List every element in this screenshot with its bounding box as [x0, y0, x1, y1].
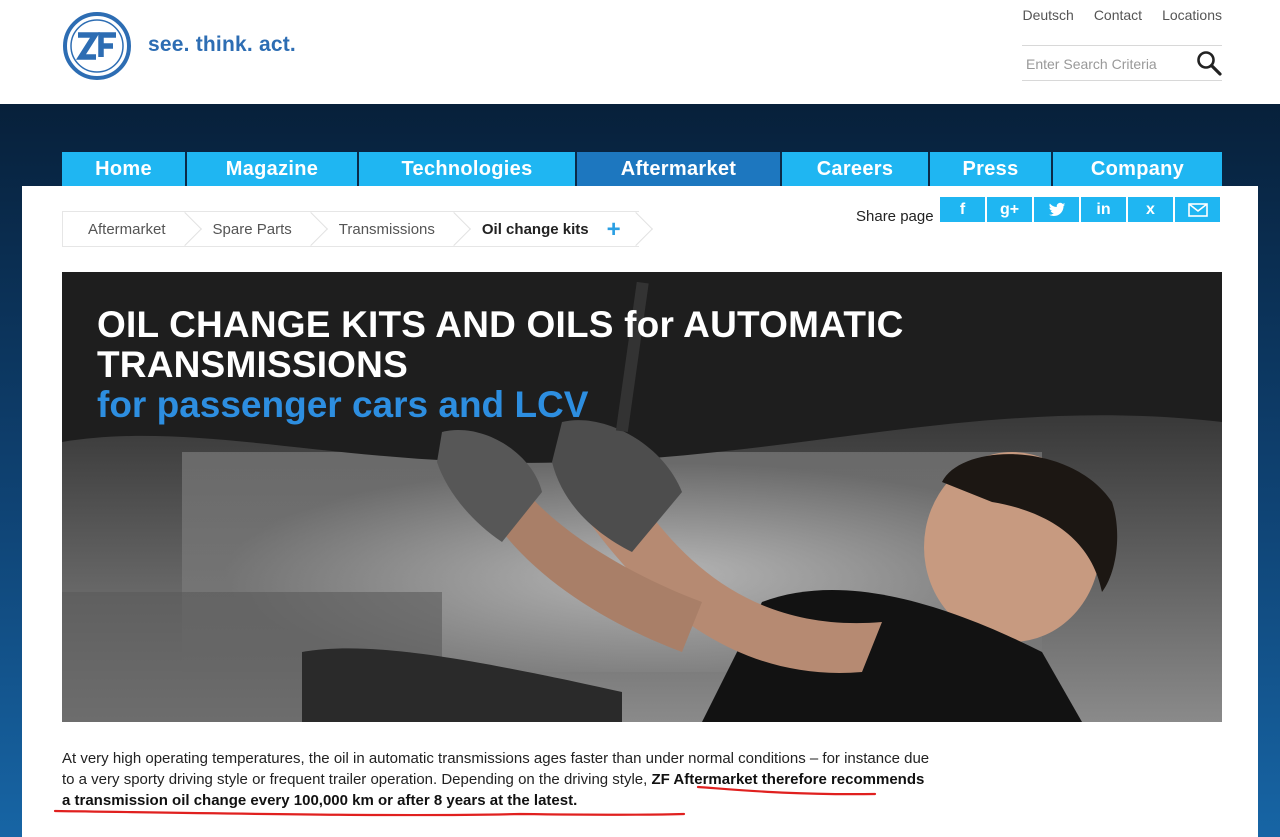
language-link[interactable]: Deutsch	[1022, 7, 1073, 23]
zf-logo[interactable]	[62, 11, 132, 81]
breadcrumb-label: Spare Parts	[212, 220, 292, 238]
nav-home[interactable]: Home	[62, 152, 187, 186]
nav-magazine[interactable]: Magazine	[187, 152, 359, 186]
nav-aftermarket[interactable]: Aftermarket	[577, 152, 782, 186]
intro-paragraph: At very high operating temperatures, the…	[62, 748, 932, 811]
hero-subtitle: for passenger cars and LCV	[97, 384, 589, 425]
breadcrumb: Aftermarket Spare Parts Transmissions Oi…	[62, 211, 639, 247]
nav-technologies[interactable]: Technologies	[359, 152, 577, 186]
site-header: see. think. act. Deutsch Contact Locatio…	[0, 0, 1280, 104]
search-box	[1022, 45, 1222, 81]
contact-link[interactable]: Contact	[1094, 7, 1142, 23]
breadcrumb-label: Aftermarket	[88, 220, 166, 238]
nav-press[interactable]: Press	[930, 152, 1053, 186]
breadcrumb-spare-parts[interactable]: Spare Parts	[187, 212, 314, 246]
breadcrumb-label: Transmissions	[338, 220, 435, 238]
breadcrumb-transmissions[interactable]: Transmissions	[313, 212, 457, 246]
xing-icon[interactable]: x	[1128, 197, 1173, 222]
facebook-icon[interactable]: f	[940, 197, 985, 222]
search-icon[interactable]	[1196, 50, 1222, 76]
twitter-icon[interactable]	[1034, 197, 1079, 222]
main-nav: Home Magazine Technologies Aftermarket C…	[62, 152, 1222, 186]
linkedin-icon[interactable]: in	[1081, 197, 1126, 222]
breadcrumb-current: Oil change kits +	[456, 212, 639, 246]
nav-careers[interactable]: Careers	[782, 152, 930, 186]
plus-icon[interactable]: +	[607, 216, 621, 244]
search-input[interactable]	[1026, 53, 1186, 75]
mail-icon[interactable]	[1175, 197, 1220, 222]
hero-banner: OIL CHANGE KITS AND OILS for AUTOMATIC T…	[62, 272, 1222, 722]
share-label: Share page	[856, 208, 934, 225]
breadcrumb-aftermarket[interactable]: Aftermarket	[63, 212, 188, 246]
tagline: see. think. act.	[148, 33, 296, 56]
google-plus-icon[interactable]: g+	[987, 197, 1032, 222]
utility-nav: Deutsch Contact Locations	[1022, 7, 1222, 23]
locations-link[interactable]: Locations	[1162, 7, 1222, 23]
hero-title: OIL CHANGE KITS AND OILS for AUTOMATIC T…	[97, 304, 904, 385]
nav-company[interactable]: Company	[1053, 152, 1222, 186]
breadcrumb-label: Oil change kits	[481, 220, 589, 238]
share-buttons: f g+ in x	[940, 197, 1220, 222]
